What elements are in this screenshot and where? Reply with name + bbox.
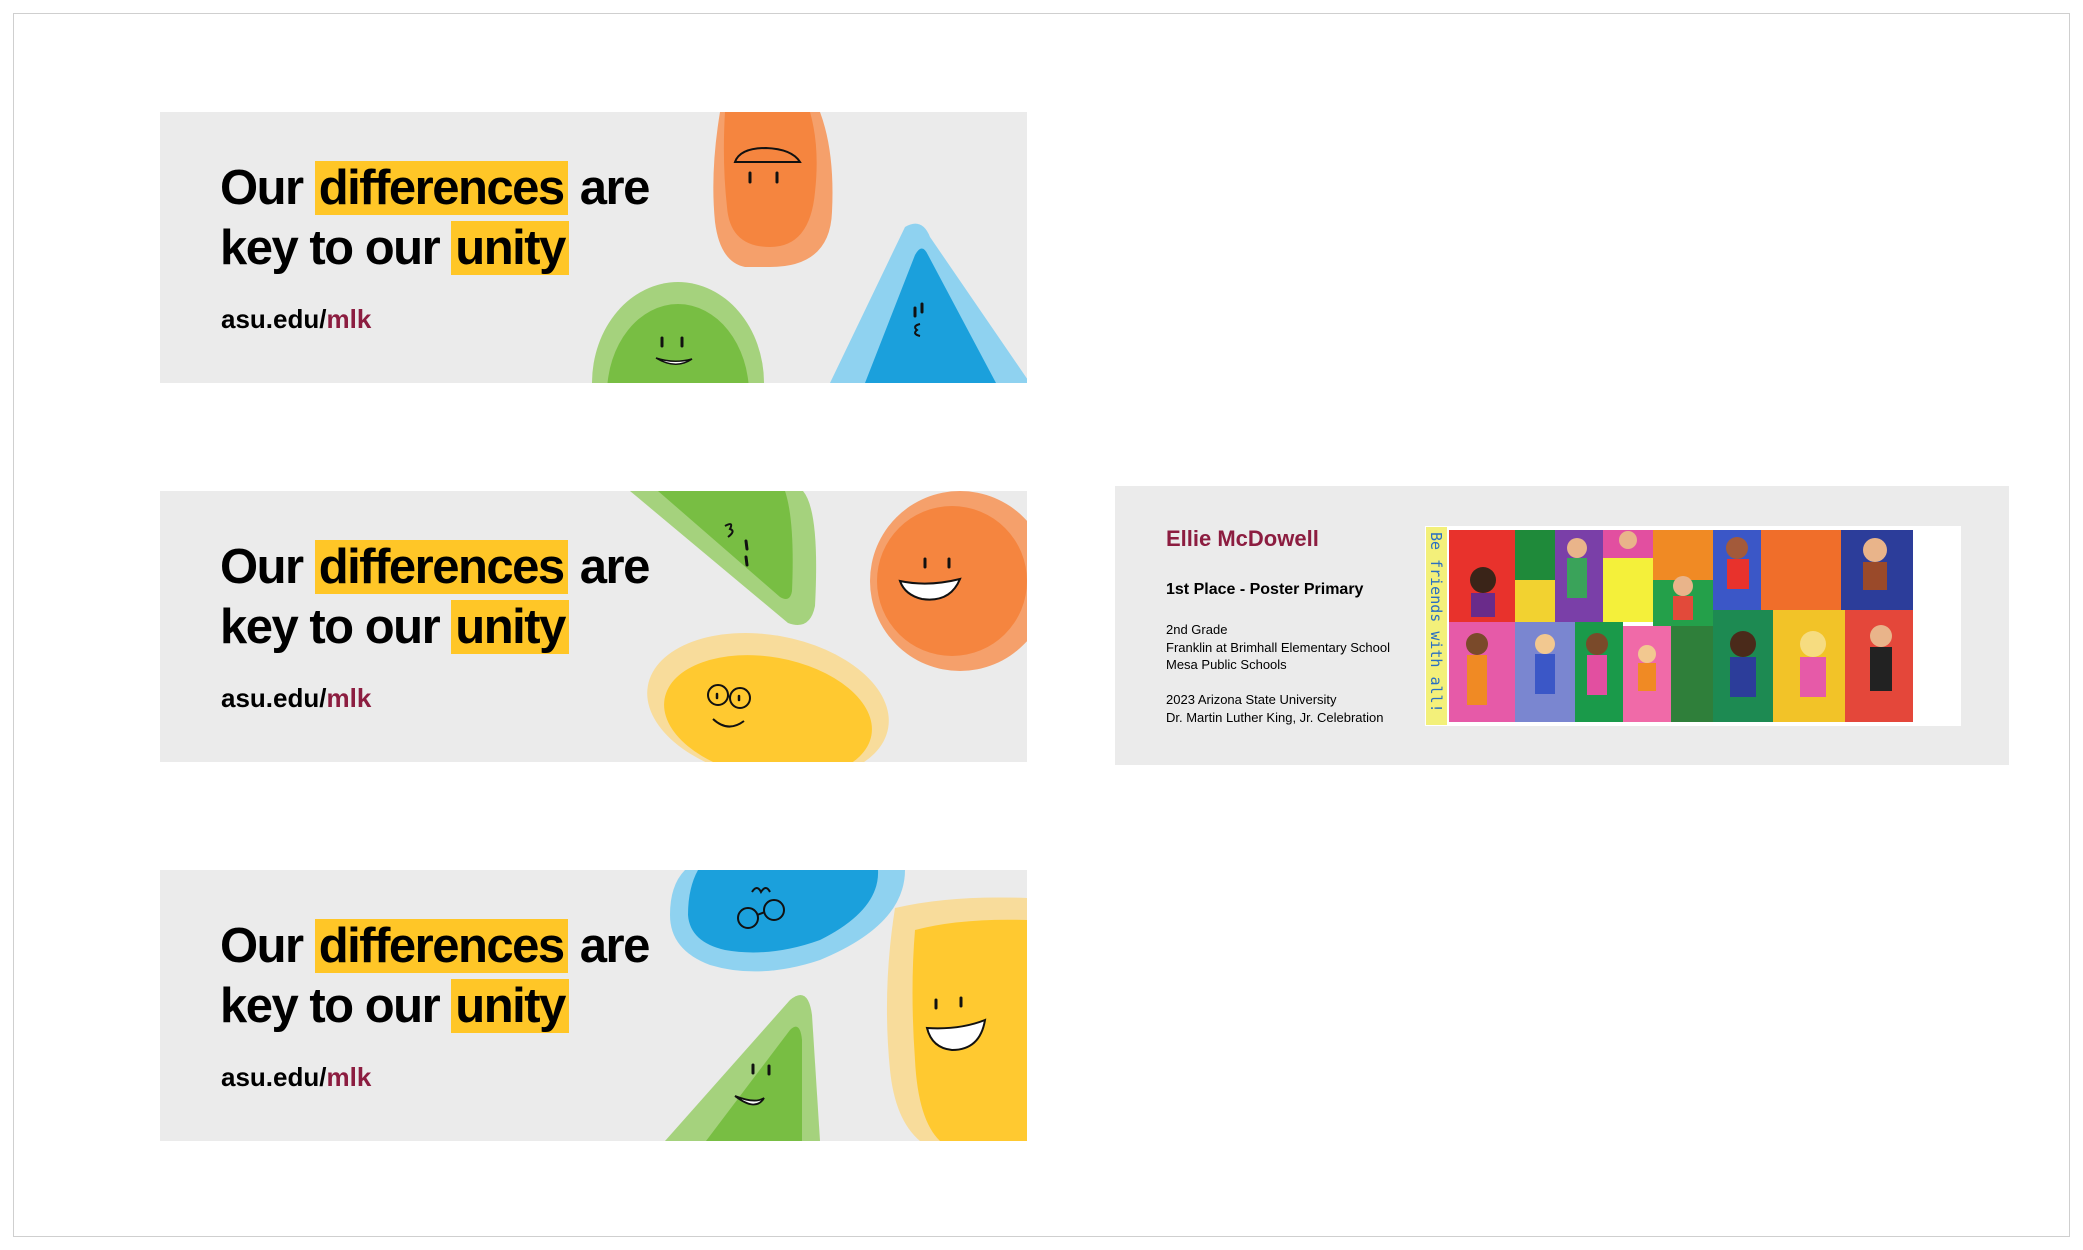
yellow-character bbox=[647, 632, 889, 762]
url-prefix: asu.edu/ bbox=[221, 683, 327, 713]
banner-url[interactable]: asu.edu/mlk bbox=[221, 683, 371, 714]
headline-text: key to our bbox=[220, 600, 452, 654]
headline-text: Our bbox=[220, 919, 315, 973]
banner-headline: Our differences are key to our unity bbox=[220, 916, 651, 1036]
banner-headline: Our differences are key to our unity bbox=[220, 537, 651, 657]
banner-url[interactable]: asu.edu/mlk bbox=[221, 1062, 371, 1093]
event-line-2: Dr. Martin Luther King, Jr. Celebration bbox=[1166, 709, 1384, 725]
poster-panels bbox=[1449, 530, 1913, 722]
poster-artwork: Be friends with all! bbox=[1425, 526, 1961, 726]
headline-text: Our bbox=[220, 540, 315, 594]
school-text: Franklin at Brimhall Elementary School bbox=[1166, 639, 1390, 655]
url-prefix: asu.edu/ bbox=[221, 304, 327, 334]
highlight-differences: differences bbox=[314, 540, 568, 594]
award-place: 1st Place - Poster Primary bbox=[1166, 581, 1364, 598]
highlight-unity: unity bbox=[451, 600, 569, 654]
green-character bbox=[630, 491, 817, 625]
blue-character bbox=[670, 870, 905, 972]
school-info: 2nd Grade Franklin at Brimhall Elementar… bbox=[1166, 621, 1390, 674]
winner-name: Ellie McDowell bbox=[1166, 526, 1319, 551]
highlight-differences: differences bbox=[314, 919, 568, 973]
district-text: Mesa Public Schools bbox=[1166, 657, 1287, 672]
headline-line-1: Our differences are bbox=[220, 916, 651, 976]
headline-line-2: key to our unity bbox=[220, 218, 649, 278]
highlight-differences: differences bbox=[314, 161, 568, 215]
poster-caption: Be friends with all! bbox=[1427, 532, 1445, 713]
headline-line-1: Our differences are bbox=[220, 537, 651, 597]
award-card: Ellie McDowell 1st Place - Poster Primar… bbox=[1115, 486, 2009, 765]
orange-character bbox=[870, 491, 1027, 671]
highlight-unity: unity bbox=[451, 221, 569, 275]
headline-line-2: key to our unity bbox=[220, 976, 649, 1036]
blue-character bbox=[830, 223, 1027, 383]
url-accent: mlk bbox=[326, 683, 372, 713]
green-character bbox=[665, 995, 820, 1141]
grade-text: 2nd Grade bbox=[1166, 622, 1228, 637]
url-accent: mlk bbox=[326, 1062, 372, 1092]
banner-headline: Our differences are key to our unity bbox=[220, 158, 651, 278]
banner-url[interactable]: asu.edu/mlk bbox=[221, 304, 371, 335]
highlight-unity: unity bbox=[451, 979, 569, 1033]
headline-text: key to our bbox=[220, 979, 452, 1033]
banner-3: Our differences are key to our unity asu… bbox=[160, 870, 1027, 1141]
event-info: 2023 Arizona State University Dr. Martin… bbox=[1166, 691, 1384, 726]
green-character bbox=[592, 282, 764, 383]
headline-text: are bbox=[567, 161, 651, 215]
headline-text: are bbox=[567, 540, 651, 594]
yellow-character bbox=[886, 897, 1027, 1141]
headline-text: key to our bbox=[220, 221, 452, 275]
url-prefix: asu.edu/ bbox=[221, 1062, 327, 1092]
headline-line-1: Our differences are bbox=[220, 158, 651, 218]
banner-1: Our differences are key to our unity asu… bbox=[160, 112, 1027, 383]
event-line-1: 2023 Arizona State University bbox=[1166, 692, 1337, 707]
url-accent: mlk bbox=[326, 304, 372, 334]
headline-text: are bbox=[567, 919, 651, 973]
headline-text: Our bbox=[220, 161, 315, 215]
banner-2: Our differences are key to our unity asu… bbox=[160, 491, 1027, 762]
orange-character bbox=[713, 112, 833, 267]
headline-line-2: key to our unity bbox=[220, 597, 649, 657]
